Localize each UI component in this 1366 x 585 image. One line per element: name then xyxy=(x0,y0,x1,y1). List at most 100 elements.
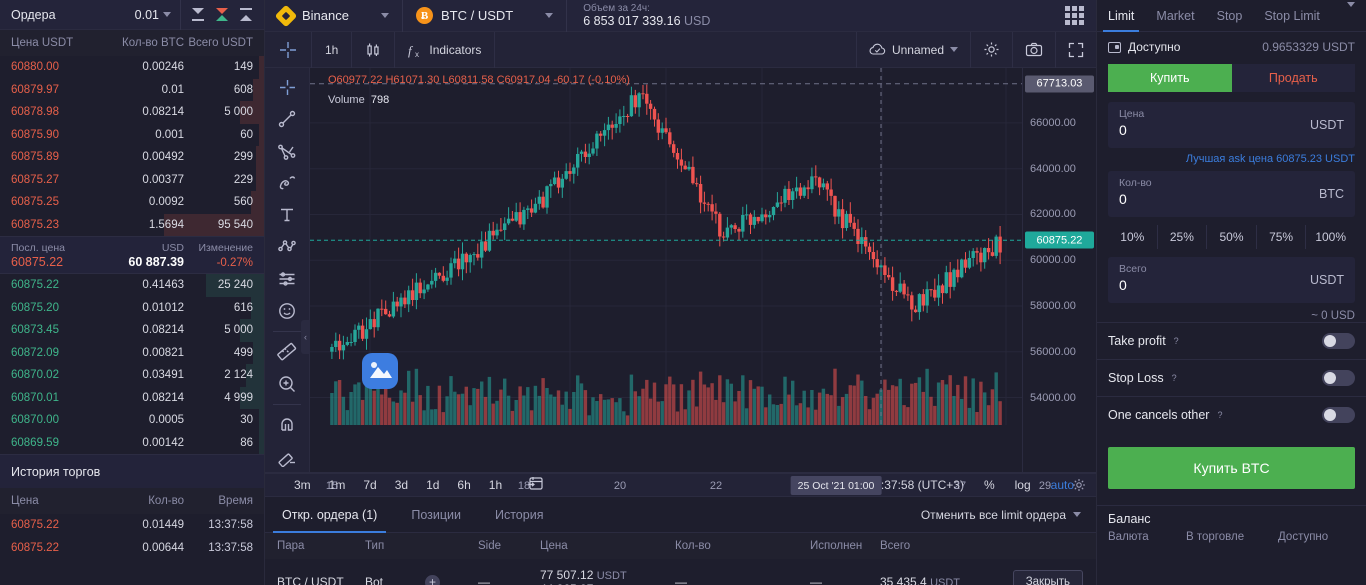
tab-market[interactable]: Market xyxy=(1145,0,1205,32)
option-toggle[interactable] xyxy=(1322,370,1355,386)
time-axis[interactable]: 1518202225 Oct '21 01:002729 xyxy=(265,472,1096,473)
option-row[interactable]: One cancels other ? xyxy=(1097,396,1366,433)
crosshair-tool[interactable] xyxy=(265,32,312,68)
timeframe-3d[interactable]: 3d xyxy=(386,474,417,496)
orderbook-row[interactable]: 60875.23 1.5694 95 540 xyxy=(0,214,264,237)
table-row[interactable]: BTC / USDT Bot + — 77 507.12 USDT 44 265… xyxy=(265,559,1096,585)
magnet-icon[interactable] xyxy=(270,410,304,440)
zoom-in-icon[interactable] xyxy=(270,369,304,399)
brush-icon[interactable] xyxy=(270,168,304,198)
percent-buttons: 10%25%50%75%100% xyxy=(1108,225,1355,249)
layout-grid-icon[interactable] xyxy=(1065,6,1084,25)
tab-stop-limit[interactable]: Stop Limit xyxy=(1253,0,1331,32)
percent-100[interactable]: 100% xyxy=(1306,225,1355,249)
tab-history[interactable]: История xyxy=(478,497,560,533)
ruler-icon[interactable] xyxy=(270,337,304,367)
text-tool-icon[interactable] xyxy=(270,200,304,230)
submit-order-button[interactable]: Купить BTC xyxy=(1108,447,1355,489)
orderbook-row[interactable]: 60873.45 0.08214 5 000 xyxy=(0,319,264,342)
pair-selector[interactable]: Ƀ BTC / USDT xyxy=(403,0,567,32)
emoji-icon[interactable] xyxy=(270,296,304,326)
orderbook-row[interactable]: 60875.89 0.00492 299 xyxy=(0,146,264,169)
split-view-icon[interactable] xyxy=(216,8,229,21)
orderbook-row[interactable]: 60878.98 0.08214 5 000 xyxy=(0,101,264,124)
fullscreen-button[interactable] xyxy=(1055,32,1096,68)
option-toggle[interactable] xyxy=(1322,407,1355,423)
trend-line-icon[interactable] xyxy=(270,104,304,134)
orderbook-row-price: 60878.98 xyxy=(0,106,96,118)
percent-scale-button[interactable]: % xyxy=(974,478,1005,492)
orderbook-row[interactable]: 60870.00 0.0005 30 xyxy=(0,409,264,432)
trade-history-row[interactable]: 60875.22 0.01449 13:37:58 xyxy=(0,514,264,537)
orderbook-row[interactable]: 60879.97 0.01 608 xyxy=(0,79,264,102)
option-row[interactable]: Stop Loss ? xyxy=(1097,359,1366,396)
eraser-icon[interactable] xyxy=(270,442,304,472)
cancel-all-orders-button[interactable]: Отменить все limit ордера xyxy=(921,508,1096,522)
tab-positions[interactable]: Позиции xyxy=(394,497,478,533)
orderbook-row-price: 60870.01 xyxy=(0,392,96,404)
option-row[interactable]: Take profit ? xyxy=(1097,322,1366,359)
tab-open-orders[interactable]: Откр. ордера (1) xyxy=(265,497,394,533)
expand-order-icon[interactable]: + xyxy=(425,575,440,585)
chart-plot[interactable]: O60977.22 H61071.30 L60811.58 C60917.04 … xyxy=(310,68,1022,472)
orderbook-row[interactable]: 60872.09 0.00821 499 xyxy=(0,342,264,365)
timeframe-3m[interactable]: 3m xyxy=(285,474,320,496)
order-total: 35 435.4 USDT xyxy=(880,575,1013,585)
option-toggle[interactable] xyxy=(1322,333,1355,349)
total-input[interactable]: Всего 0 USDT xyxy=(1108,257,1355,303)
pattern-icon[interactable] xyxy=(270,232,304,262)
log-scale-button[interactable]: log xyxy=(1005,478,1041,492)
timeframe-1d[interactable]: 1d xyxy=(417,474,448,496)
volume-value: 6 853 017 339.16 xyxy=(583,14,680,28)
timeframe-7d[interactable]: 7d xyxy=(354,474,385,496)
screenshot-button[interactable] xyxy=(1012,32,1055,68)
orderbook-row[interactable]: 60870.02 0.03491 2 124 xyxy=(0,364,264,387)
time-settings-icon[interactable] xyxy=(1072,478,1086,497)
chart-settings-button[interactable] xyxy=(970,32,1012,68)
timeframe-6h[interactable]: 6h xyxy=(448,474,479,496)
volume-24h: Объем за 24ч: 6 853 017 339.16 USD xyxy=(567,0,726,32)
indicators-button[interactable]: fx Indicators xyxy=(395,32,495,68)
fork-lines-icon[interactable] xyxy=(270,136,304,166)
percent-10[interactable]: 10% xyxy=(1108,225,1158,249)
crosshair-cursor-icon[interactable] xyxy=(270,72,304,102)
more-order-types-button[interactable] xyxy=(1347,7,1366,25)
orderbook-row[interactable]: 60875.22 0.41463 25 240 xyxy=(0,274,264,297)
chart-layout-button[interactable]: Unnamed xyxy=(856,32,970,68)
tab-limit[interactable]: Limit xyxy=(1097,0,1145,32)
percent-75[interactable]: 75% xyxy=(1257,225,1307,249)
orderbook-row[interactable]: 60870.01 0.08214 4 999 xyxy=(0,387,264,410)
buy-tab-button[interactable]: Купить xyxy=(1108,64,1232,92)
orderbook-row[interactable]: 60880.00 0.00246 149 xyxy=(0,56,264,79)
quantity-input[interactable]: Кол-во 0 BTC xyxy=(1108,171,1355,217)
orderbook-row[interactable]: 60875.27 0.00377 229 xyxy=(0,169,264,192)
tab-stop[interactable]: Stop xyxy=(1206,0,1254,32)
total-input-unit: USDT xyxy=(1310,273,1344,287)
best-ask-hint[interactable]: Лучшая ask цена 60875.23 USDT xyxy=(1097,148,1366,165)
trade-history-row[interactable]: 60875.22 0.00644 13:37:58 xyxy=(0,537,264,560)
timeframe-1h[interactable]: 1h xyxy=(480,474,511,496)
orderbook-row[interactable]: 60875.90 0.001 60 xyxy=(0,124,264,147)
percent-50[interactable]: 50% xyxy=(1207,225,1257,249)
orderbook-grouping-select[interactable]: 0.01 xyxy=(135,0,181,30)
collapse-toolbar-button[interactable]: ‹ xyxy=(301,320,310,354)
forecast-icon[interactable] xyxy=(270,264,304,294)
percent-25[interactable]: 25% xyxy=(1158,225,1208,249)
sell-tab-button[interactable]: Продать xyxy=(1232,64,1356,92)
price-axis[interactable]: 66000.0064000.0062000.0060000.0058000.00… xyxy=(1022,68,1096,472)
chart-type-button[interactable] xyxy=(352,32,395,68)
interval-button[interactable]: 1h xyxy=(312,32,352,68)
help-icon[interactable]: ? xyxy=(1169,373,1180,384)
orderbook-row[interactable]: 60875.25 0.0092 560 xyxy=(0,191,264,214)
help-icon[interactable]: ? xyxy=(1171,336,1182,347)
orderbook-row-total: 30 xyxy=(184,414,264,426)
orderbook-row[interactable]: 60875.20 0.01012 616 xyxy=(0,297,264,320)
exchange-selector[interactable]: Binance xyxy=(265,0,403,32)
close-order-button[interactable]: Закрыть xyxy=(1013,570,1083,585)
help-icon[interactable]: ? xyxy=(1214,410,1225,421)
price-badge-prev: 67713.03 xyxy=(1025,75,1094,92)
orderbook-row[interactable]: 60869.59 0.00142 86 xyxy=(0,432,264,455)
bids-view-icon[interactable] xyxy=(240,8,253,21)
price-input[interactable]: Цена 0 USDT xyxy=(1108,102,1355,148)
both-sides-view-icon[interactable] xyxy=(192,8,205,21)
